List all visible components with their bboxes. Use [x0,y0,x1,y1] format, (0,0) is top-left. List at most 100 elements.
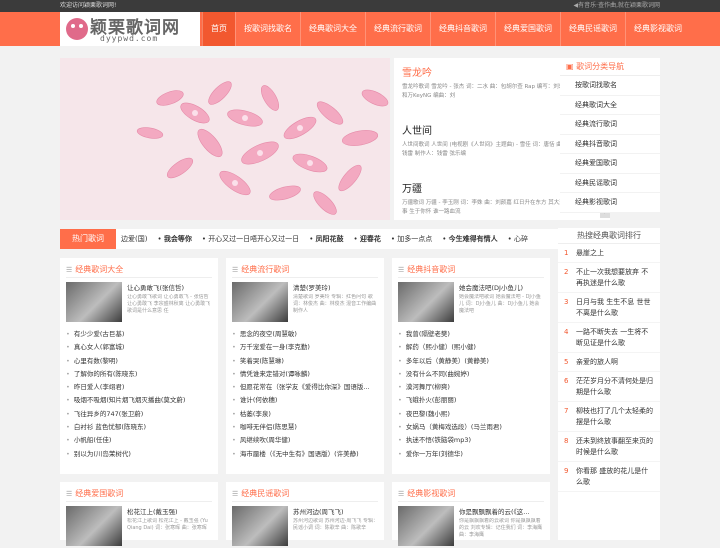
list-item[interactable]: 昨日爱人(李翊君) [66,381,212,394]
list-icon: ☰ [66,266,73,274]
card-title: ☰ 经典影视歌词 [398,486,544,502]
category-item[interactable]: 经典民谣歌词 [560,174,660,193]
featured-title[interactable]: 松花江上(戴玉强) [127,506,212,516]
category-item[interactable]: 经典爱国歌词 [560,154,660,174]
list-item[interactable]: 但愿花常在（张学友《爱得比你深》国语版... [232,381,378,394]
rank-item[interactable]: 5 亲爱的旅人啊 [558,353,660,372]
hot-item[interactable]: • 今生难得有情人 [437,234,502,244]
list-item[interactable]: 多年以后（黄静美）(黄静美) [398,355,544,368]
list-item[interactable]: 咖啡无伴侣(陈思慧) [232,421,378,434]
list-item[interactable]: 没有什么不同(曲婉婷) [398,368,544,381]
rank-text[interactable]: 不止一次我想要放弃 不再执迷是什么歌 [576,267,654,289]
featured-song[interactable]: 清楚(罗美玲) 清楚歌词 罗美玲 专辑：红色问句 歌词：林俊杰 曲：林俊杰 混音工… [232,282,378,324]
featured-song[interactable]: 松花江上(戴玉强) 松花江上歌词 松花江上 - 戴玉强 (Yu Qiang Dai… [66,506,212,548]
rank-text[interactable]: 亲爱的旅人啊 [576,357,618,368]
list-item[interactable]: 谁计(何依穗) [232,394,378,407]
site-logo[interactable]: 颖栗歌词网 dyypwd.com [60,12,200,46]
rank-item[interactable]: 2 不止一次我想要放弃 不再执迷是什么歌 [558,263,660,293]
rank-text[interactable]: 日月与我 生生不息 世世不离是什么歌 [576,297,654,319]
hot-item[interactable]: • 开心又过一日唔开心又过一日 [197,234,304,244]
nav-item-douyin-lyrics[interactable]: 经典抖音歌词 [430,12,495,46]
list-item[interactable]: 执迷不悟(铁脑袋mp3) [398,434,544,447]
featured-desc: 让心勇敢飞歌词 让心勇敢飞 - 张信哲 让心勇敢飞 李宗盛林秋离 让心勇敢飞 歌… [127,294,211,314]
list-item[interactable]: 有少少爱(古巨基) [66,328,212,341]
list-item[interactable]: 情凭谁来定错对(谭咏麟) [232,368,378,381]
main-nav: 首页 按歌词找歌名 经典歌词大全 经典流行歌词 经典抖音歌词 经典爱国歌词 经典… [202,12,690,46]
hot-item[interactable]: 边爱(国) [116,234,152,244]
featured-song[interactable]: 你是飘飘飘着的云(《这... 你是飘飘飘着的云歌词 你是飘飘飘着的云 刘欢专辑：记… [398,506,544,548]
rank-item[interactable]: 8 还未到终放事翻至来页的时候是什么歌 [558,432,660,462]
rank-text[interactable]: 柳枝也打了几个太轻柔的摆是什么歌 [576,406,654,428]
featured-title[interactable]: 苏州河边(周飞飞) [293,506,378,516]
list-item[interactable]: 笑着哭(陈慧琳) [232,355,378,368]
list-item[interactable]: 心里有数(黎明) [66,355,212,368]
header: 颖栗歌词网 dyypwd.com 首页 按歌词找歌名 经典歌词大全 经典流行歌词… [0,12,720,46]
hot-item[interactable]: • 加多一点点 [386,234,437,244]
list-item[interactable]: 我曾(隔壁老樊) [398,328,544,341]
list-item[interactable]: 枯萎(李泉) [232,408,378,421]
featured-title[interactable]: 她会魔法吧(DJ小鱼儿) [459,282,544,292]
album-thumbnail[interactable] [232,282,288,322]
lyrics-card-folk: ☰ 经典民谣歌词 苏州河边(周飞飞) 苏州河边歌词 苏州河边-周飞飞 专辑：民谣小调… [226,482,384,546]
featured-song[interactable]: 她会魔法吧(DJ小鱼儿) 她会魔法吧歌词 她会魔法吧 - DJ小鱼儿 词：DJ小鱼… [398,282,544,324]
featured-title[interactable]: 让心勇敢飞(张信哲) [127,282,212,292]
list-item[interactable]: 小帆船(任佳) [66,434,212,447]
rank-item[interactable]: 6 茫茫岁月分不清何处是归期是什么歌 [558,372,660,402]
rank-text[interactable]: 还未到终放事翻至来页的时候是什么歌 [576,436,654,458]
list-item[interactable]: 飞蛾扑火(彭丽丽) [398,394,544,407]
category-item[interactable]: 经典流行歌词 [560,115,660,135]
list-item[interactable]: 思念的夜空(周慧敏) [232,328,378,341]
list-item[interactable]: 了解你的所有(陈晓东) [66,368,212,381]
list-item[interactable]: 海市蜃楼（《无中生有》国语版）(许美静) [232,448,378,461]
featured-title[interactable]: 你是飘飘飘着的云(《这... [459,506,544,516]
rank-item[interactable]: 9 你看那 盛放的花儿是什么歌 [558,462,660,492]
hot-item[interactable]: • 迎春花 [349,234,386,244]
category-item[interactable]: 经典影视歌词 [560,193,660,213]
hyacinth-flowers-image [60,58,390,220]
list-item[interactable]: 白衬衫 蓝色忧郁(陈晓东) [66,421,212,434]
album-thumbnail[interactable] [66,506,122,546]
list-item[interactable]: 万千宠爱在一身(李克勤) [232,341,378,354]
rank-item[interactable]: 4 一路不断失去 一生将不断见证是什么歌 [558,323,660,353]
list-item[interactable]: 解药（熙小健）(熙小健) [398,341,544,354]
nav-item-patriotic-lyrics[interactable]: 经典爱国歌词 [495,12,560,46]
album-thumbnail[interactable] [398,506,454,546]
hot-item[interactable]: • 心碎 [503,234,533,244]
list-item[interactable]: 漠河舞厅(柳爽) [398,381,544,394]
album-thumbnail[interactable] [398,282,454,322]
nav-item-home[interactable]: 首页 [202,12,235,46]
rank-text[interactable]: 你看那 盛放的花儿是什么歌 [576,466,654,488]
list-item[interactable]: 吸烟不吸烟(知片烟飞烟灭播曲(莫文蔚) [66,394,212,407]
album-thumbnail[interactable] [66,282,122,322]
nav-item-film-lyrics[interactable]: 经典影视歌词 [625,12,690,46]
hot-item[interactable]: • 凤阳花鼓 [304,234,348,244]
category-item[interactable]: 经典歌词大全 [560,96,660,115]
nav-item-pop-lyrics[interactable]: 经典流行歌词 [365,12,430,46]
rank-text[interactable]: 一路不断失去 一生将不断见证是什么歌 [576,327,654,349]
nav-item-classic-lyrics[interactable]: 经典歌词大全 [300,12,365,46]
rank-item[interactable]: 3 日月与我 生生不息 世世不离是什么歌 [558,293,660,323]
card-title: ☰ 经典歌词大全 [66,262,212,278]
rank-text[interactable]: 悬崖之上 [576,248,604,259]
rank-item[interactable]: 7 柳枝也打了几个太轻柔的摆是什么歌 [558,402,660,432]
list-item[interactable]: 夜巴黎(魏小熙) [398,408,544,421]
list-item[interactable]: 爱你一万年(刘德华) [398,448,544,461]
banner-image[interactable] [60,58,390,220]
category-item[interactable]: 按歌词找歌名 [560,76,660,96]
list-item[interactable]: 别以为(川岛茉树代) [66,448,212,461]
rank-item[interactable]: 1 悬崖之上 [558,244,660,263]
card-title: ☰ 经典抖音歌词 [398,262,544,278]
list-item[interactable]: 飞往异乡的747(张卫蔚) [66,408,212,421]
rank-text[interactable]: 茫茫岁月分不清何处是归期是什么歌 [576,376,654,398]
nav-item-folk-lyrics[interactable]: 经典民谣歌词 [560,12,625,46]
featured-title[interactable]: 清楚(罗美玲) [293,282,378,292]
nav-item-search-by-lyrics[interactable]: 按歌词找歌名 [235,12,300,46]
list-item[interactable]: 风继续吹(周华健) [232,434,378,447]
album-thumbnail[interactable] [232,506,288,546]
featured-song[interactable]: 苏州河边(周飞飞) 苏州河边歌词 苏州河边-周飞飞 专辑：民谣小调 词：陈歌辛 曲… [232,506,378,548]
featured-song[interactable]: 让心勇敢飞(张信哲) 让心勇敢飞歌词 让心勇敢飞 - 张信哲 让心勇敢飞 李宗盛林… [66,282,212,324]
hot-item[interactable]: • 我会等你 [152,234,196,244]
category-item[interactable]: 经典抖音歌词 [560,135,660,154]
list-item[interactable]: 女娲马（黄梅戏选段）(马兰雨君) [398,421,544,434]
list-item[interactable]: 真心女人(郭富城) [66,341,212,354]
